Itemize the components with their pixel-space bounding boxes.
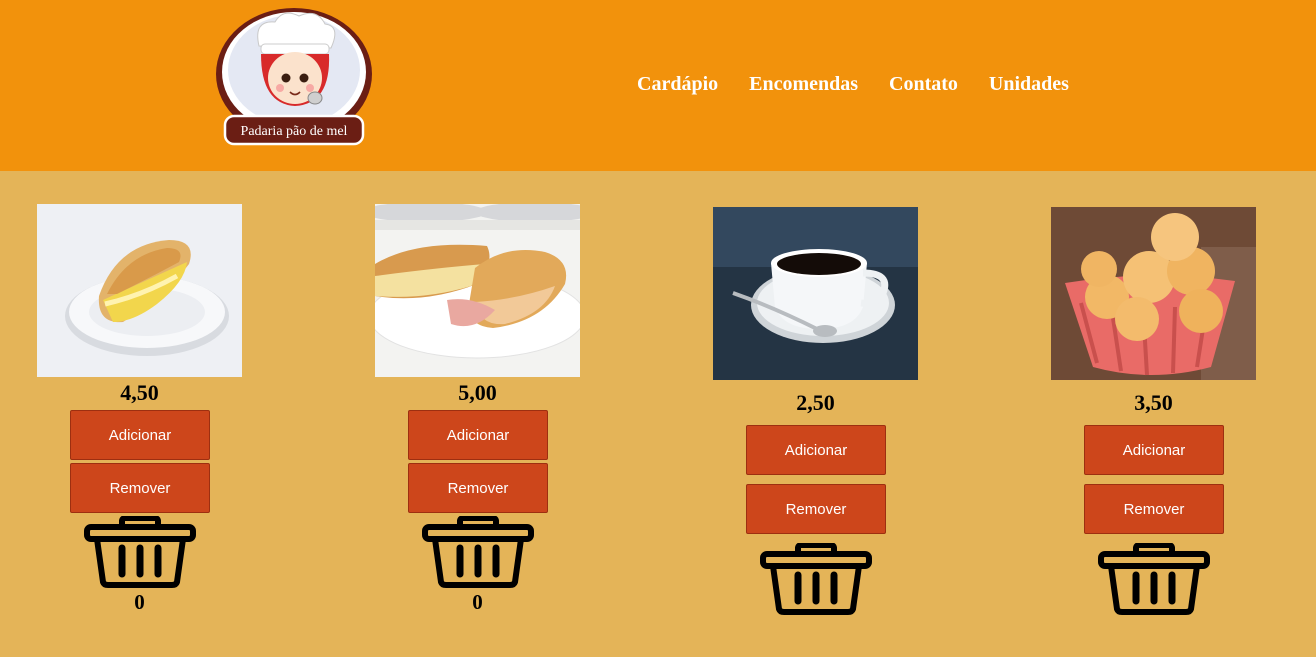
trash-icon[interactable]: [84, 516, 196, 588]
remove-button[interactable]: Remover: [746, 484, 886, 534]
coffee-cup-photo: [713, 207, 918, 380]
main-nav: Cardápio Encomendas Contato Unidades: [637, 72, 1069, 96]
product-price: 3,50: [1134, 390, 1173, 415]
add-button[interactable]: Adicionar: [1084, 425, 1224, 475]
add-button[interactable]: Adicionar: [746, 425, 886, 475]
trash-icon[interactable]: [422, 516, 534, 588]
nav-encomendas[interactable]: Encomendas: [749, 72, 858, 96]
product-price: 2,50: [796, 390, 835, 415]
nav-contato[interactable]: Contato: [889, 72, 958, 96]
remove-button[interactable]: Remover: [1084, 484, 1224, 534]
cheese-bread-photo: [1051, 207, 1256, 380]
add-button[interactable]: Adicionar: [70, 410, 210, 460]
bakery-logo[interactable]: Padaria pão de mel: [213, 6, 375, 146]
nav-unidades[interactable]: Unidades: [989, 72, 1069, 96]
quantity-counter: 0: [134, 590, 145, 614]
trash-icon[interactable]: [760, 543, 872, 615]
remove-button[interactable]: Remover: [70, 463, 210, 513]
egg-sandwich-photo: [37, 204, 242, 377]
site-header: Padaria pão de mel Cardápio Encomendas C…: [0, 0, 1316, 171]
remove-button[interactable]: Remover: [408, 463, 548, 513]
add-button[interactable]: Adicionar: [408, 410, 548, 460]
product-price: 4,50: [120, 380, 159, 405]
product-price: 5,00: [458, 380, 497, 405]
ham-cheese-sandwich-photo: [375, 204, 580, 377]
nav-cardapio[interactable]: Cardápio: [637, 72, 718, 96]
quantity-counter: 0: [472, 590, 483, 614]
trash-icon[interactable]: [1098, 543, 1210, 615]
logo-text: Padaria pão de mel: [241, 124, 348, 139]
